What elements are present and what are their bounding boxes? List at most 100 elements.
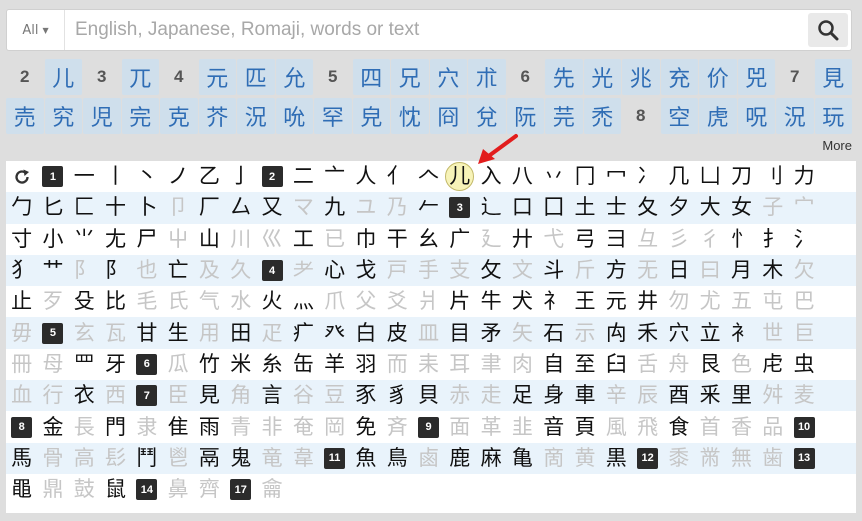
radical-button[interactable]: 見 xyxy=(194,380,225,411)
radical-button[interactable]: ⺌ xyxy=(69,224,100,255)
radical-button[interactable]: 戈 xyxy=(350,255,381,286)
radical-button[interactable]: 麻 xyxy=(475,443,506,474)
radical-button[interactable]: 鳥 xyxy=(382,443,413,474)
radical-button[interactable]: 山 xyxy=(194,224,225,255)
radical-button[interactable]: 扌 xyxy=(757,224,788,255)
more-link[interactable]: More xyxy=(822,138,852,153)
radical-button[interactable]: 言 xyxy=(256,380,287,411)
radical-button[interactable]: 犬 xyxy=(507,286,538,317)
radical-button[interactable]: 米 xyxy=(225,349,256,380)
radical-button[interactable]: 至 xyxy=(569,349,600,380)
radical-button[interactable]: 羊 xyxy=(319,349,350,380)
radical-button[interactable]: 方 xyxy=(601,255,632,286)
radical-button[interactable]: 勹 xyxy=(6,192,37,223)
radical-button[interactable]: 二 xyxy=(288,161,319,192)
radical-button[interactable]: 夂 xyxy=(632,192,663,223)
radical-button[interactable]: 鬥 xyxy=(131,443,162,474)
radical-button[interactable]: 癶 xyxy=(319,317,350,348)
radical-button[interactable]: 匕 xyxy=(37,192,68,223)
result-kanji[interactable]: 虎 xyxy=(699,98,737,134)
radical-button[interactable]: 忄 xyxy=(726,224,757,255)
radical-button[interactable]: 豸 xyxy=(382,380,413,411)
result-kanji[interactable]: 空 xyxy=(660,98,698,134)
radical-button[interactable]: 廾 xyxy=(507,224,538,255)
radical-button[interactable]: 乙 xyxy=(194,161,225,192)
radical-button[interactable]: 火 xyxy=(256,286,287,317)
radical-button[interactable]: 十 xyxy=(100,192,131,223)
radical-button[interactable]: 心 xyxy=(319,255,350,286)
radical-button[interactable]: 鬼 xyxy=(225,443,256,474)
radical-button[interactable]: 艮 xyxy=(695,349,726,380)
result-kanji[interactable]: 呪 xyxy=(737,98,775,134)
radical-button[interactable]: 疒 xyxy=(288,317,319,348)
result-kanji[interactable]: 兌 xyxy=(468,98,506,134)
result-kanji[interactable]: 芫 xyxy=(545,98,583,134)
radical-button[interactable]: 灬 xyxy=(288,286,319,317)
radical-button[interactable]: 冂 xyxy=(569,161,600,192)
radical-button[interactable]: 刂 xyxy=(757,161,788,192)
radical-button[interactable]: 魚 xyxy=(350,443,381,474)
radical-button[interactable]: 虫 xyxy=(788,349,819,380)
radical-button[interactable]: 厂 xyxy=(194,192,225,223)
radical-button[interactable]: 石 xyxy=(538,317,569,348)
result-kanji[interactable]: 四 xyxy=(352,59,390,95)
result-kanji[interactable]: 穴 xyxy=(429,59,467,95)
radical-button[interactable]: 貝 xyxy=(413,380,444,411)
radical-button[interactable]: 里 xyxy=(726,380,757,411)
result-kanji[interactable]: 禿 xyxy=(583,98,621,134)
radical-button[interactable]: 衤 xyxy=(726,317,757,348)
radical-button[interactable]: 厶 xyxy=(225,192,256,223)
radical-button[interactable]: 丶 xyxy=(131,161,162,192)
radical-button[interactable]: 女 xyxy=(726,192,757,223)
radical-button[interactable]: 黒 xyxy=(601,443,632,474)
result-kanji[interactable]: 売 xyxy=(6,98,44,134)
radical-button[interactable]: 入 xyxy=(475,161,506,192)
result-kanji[interactable]: 价 xyxy=(699,59,737,95)
result-kanji[interactable]: 皃 xyxy=(352,98,390,134)
radical-button[interactable]: 斗 xyxy=(538,255,569,286)
radical-button[interactable]: 金 xyxy=(37,411,68,442)
radical-button[interactable]: 元 xyxy=(601,286,632,317)
radical-button[interactable]: 土 xyxy=(569,192,600,223)
radical-button[interactable]: 亅 xyxy=(225,161,256,192)
radical-button[interactable]: ノ xyxy=(162,161,193,192)
radical-button[interactable]: 匚 xyxy=(69,192,100,223)
radical-button[interactable]: 艹 xyxy=(37,255,68,286)
radical-button[interactable]: 片 xyxy=(444,286,475,317)
result-kanji[interactable]: 完 xyxy=(121,98,159,134)
radical-button[interactable]: 冫 xyxy=(632,161,663,192)
result-kanji[interactable]: 匹 xyxy=(237,59,275,95)
radical-button[interactable]: 竹 xyxy=(194,349,225,380)
radical-button[interactable]: 礻 xyxy=(538,286,569,317)
radical-button[interactable]: 穴 xyxy=(663,317,694,348)
radical-button[interactable]: 寸 xyxy=(6,224,37,255)
radical-button[interactable]: 力 xyxy=(788,161,819,192)
result-kanji[interactable]: 況 xyxy=(237,98,275,134)
radical-button[interactable]: 大 xyxy=(695,192,726,223)
radical-button[interactable]: 尸 xyxy=(131,224,162,255)
search-button[interactable] xyxy=(808,13,848,47)
radical-button[interactable]: 生 xyxy=(162,317,193,348)
radical-button[interactable]: 工 xyxy=(288,224,319,255)
radical-button[interactable]: 臼 xyxy=(601,349,632,380)
radical-button[interactable]: 免 xyxy=(350,411,381,442)
radical-button[interactable]: 車 xyxy=(569,380,600,411)
result-kanji[interactable]: 児 xyxy=(83,98,121,134)
result-kanji[interactable]: 究 xyxy=(44,98,82,134)
radical-button[interactable]: 鹿 xyxy=(444,443,475,474)
result-kanji[interactable]: 罕 xyxy=(314,98,352,134)
result-kanji[interactable]: 兀 xyxy=(121,59,159,95)
result-kanji[interactable]: 芥 xyxy=(198,98,236,134)
radical-button[interactable]: 馬 xyxy=(6,443,37,474)
radical-button[interactable]: 甘 xyxy=(131,317,162,348)
radical-button[interactable]: 丷 xyxy=(538,161,569,192)
radical-button[interactable]: 阝 xyxy=(100,255,131,286)
radical-button[interactable]: 止 xyxy=(6,286,37,317)
radical-button[interactable]: 弓 xyxy=(569,224,600,255)
radical-button[interactable]: 自 xyxy=(538,349,569,380)
result-kanji[interactable]: 朮 xyxy=(468,59,506,95)
radical-button[interactable]: 亡 xyxy=(162,255,193,286)
radical-button[interactable]: 糸 xyxy=(256,349,287,380)
result-kanji[interactable]: 阮 xyxy=(506,98,544,134)
radical-button[interactable]: 𠆢 xyxy=(413,161,444,192)
